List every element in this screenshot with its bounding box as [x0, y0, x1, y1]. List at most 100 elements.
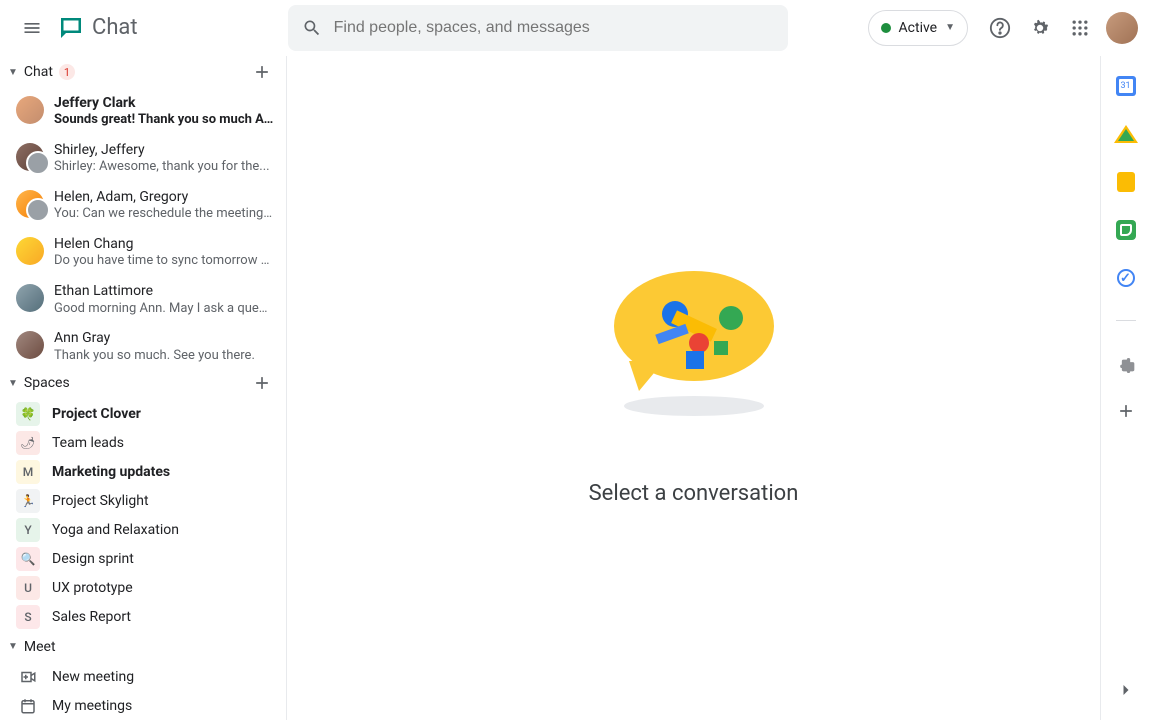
- space-item[interactable]: M Marketing updates: [0, 457, 286, 486]
- space-icon: Y: [16, 518, 40, 542]
- avatar-icon: [16, 237, 44, 265]
- tasks-icon: [1117, 269, 1135, 287]
- keep-app-button[interactable]: [1114, 170, 1138, 194]
- plus-icon: [252, 373, 272, 393]
- apps-grid-icon: [1070, 18, 1090, 38]
- meet-section-header[interactable]: ▼ Meet: [0, 631, 286, 662]
- space-icon: 🍀: [16, 402, 40, 426]
- meet-item[interactable]: My meetings: [0, 691, 286, 720]
- spaces-section-label: Spaces: [24, 375, 70, 391]
- phone-icon: [1116, 220, 1136, 240]
- sidebar: ▼ Chat 1 Jeffery Clark Sounds great! Tha…: [0, 56, 287, 720]
- space-item[interactable]: 🏃 Project Skylight: [0, 486, 286, 515]
- spaces-section-header[interactable]: ▼ Spaces: [0, 367, 286, 399]
- chat-logo-icon: [56, 13, 86, 43]
- space-item[interactable]: S Sales Report: [0, 602, 286, 631]
- chat-name: Jeffery Clark: [54, 94, 274, 112]
- status-toggle[interactable]: Active ▼: [868, 10, 968, 46]
- chevron-down-icon: ▼: [945, 22, 955, 33]
- chevron-right-icon: [1116, 680, 1136, 700]
- space-item[interactable]: Y Yoga and Relaxation: [0, 515, 286, 544]
- chat-preview: You: Can we reschedule the meeting for..…: [54, 206, 274, 223]
- chat-name: Shirley, Jeffery: [54, 141, 274, 159]
- calendar-icon: [16, 697, 40, 715]
- keep-icon: [1117, 172, 1135, 192]
- tasks-app-button[interactable]: [1114, 266, 1138, 290]
- chat-name: Helen Chang: [54, 235, 274, 253]
- calendar-icon: [1116, 76, 1136, 96]
- apps-button[interactable]: [1060, 8, 1100, 48]
- drive-app-button[interactable]: [1114, 122, 1138, 146]
- chat-item[interactable]: Helen, Adam, Gregory You: Can we resched…: [0, 182, 286, 229]
- chat-text: Helen Chang Do you have time to sync tom…: [54, 235, 274, 270]
- expand-panel-button[interactable]: [1114, 678, 1138, 702]
- space-name: Project Skylight: [52, 493, 149, 509]
- search-input[interactable]: [334, 19, 774, 37]
- meet-section-label: Meet: [24, 639, 56, 655]
- space-name: Marketing updates: [52, 464, 170, 480]
- video-icon: [16, 668, 40, 686]
- new-space-button[interactable]: [246, 367, 278, 399]
- search-icon: [302, 18, 322, 38]
- space-name: Design sprint: [52, 551, 134, 567]
- app-logo[interactable]: Chat: [56, 13, 138, 43]
- gear-icon: [1029, 17, 1051, 39]
- chat-item[interactable]: Jeffery Clark Sounds great! Thank you so…: [0, 88, 286, 135]
- chat-name: Helen, Adam, Gregory: [54, 188, 274, 206]
- avatar-icon: [16, 331, 44, 359]
- calendar-app-button[interactable]: [1114, 74, 1138, 98]
- chat-text: Helen, Adam, Gregory You: Can we resched…: [54, 188, 274, 223]
- space-icon: 🌶: [16, 431, 40, 455]
- avatar-icon: [16, 284, 44, 312]
- plus-icon: [1116, 401, 1136, 421]
- contacts-app-button[interactable]: [1114, 218, 1138, 242]
- space-icon: U: [16, 576, 40, 600]
- space-icon: 🏃: [16, 489, 40, 513]
- chat-preview: Do you have time to sync tomorrow mori..…: [54, 253, 274, 270]
- space-item[interactable]: 🔍 Design sprint: [0, 544, 286, 573]
- space-item[interactable]: 🌶 Team leads: [0, 428, 286, 457]
- search-box[interactable]: [288, 5, 788, 51]
- chat-item[interactable]: Ann Gray Thank you so much. See you ther…: [0, 323, 286, 367]
- space-name: Project Clover: [52, 406, 141, 422]
- avatar-icon: [16, 190, 44, 218]
- chat-list: Jeffery Clark Sounds great! Thank you so…: [0, 88, 286, 367]
- account-avatar[interactable]: [1106, 12, 1138, 44]
- plus-icon: [252, 62, 272, 82]
- meet-item[interactable]: New meeting: [0, 662, 286, 691]
- chat-text: Jeffery Clark Sounds great! Thank you so…: [54, 94, 274, 129]
- new-chat-button[interactable]: [246, 56, 278, 88]
- collapse-caret-icon: ▼: [8, 641, 18, 652]
- chat-unread-badge: 1: [59, 64, 75, 80]
- header: Chat Active ▼: [0, 0, 1150, 56]
- chat-item[interactable]: Shirley, Jeffery Shirley: Awesome, thank…: [0, 135, 286, 182]
- settings-button[interactable]: [1020, 8, 1060, 48]
- main-area: Select a conversation: [287, 56, 1100, 720]
- addon-icon: [1116, 353, 1136, 373]
- chat-text: Ann Gray Thank you so much. See you ther…: [54, 329, 274, 364]
- empty-state-prompt: Select a conversation: [589, 481, 799, 506]
- collapse-caret-icon: ▼: [8, 67, 18, 78]
- chat-section-label: Chat: [24, 64, 53, 80]
- chat-preview: Good morning Ann. May I ask a question?: [54, 301, 274, 318]
- add-app-button[interactable]: [1114, 399, 1138, 423]
- chat-name: Ann Gray: [54, 329, 274, 347]
- space-name: Yoga and Relaxation: [52, 522, 179, 538]
- chat-preview: Shirley: Awesome, thank you for the...: [54, 159, 274, 176]
- avatar-icon: [16, 96, 44, 124]
- space-item[interactable]: 🍀 Project Clover: [0, 399, 286, 428]
- meet-list: New meeting My meetings: [0, 662, 286, 720]
- chat-preview: Thank you so much. See you there.: [54, 348, 274, 365]
- chat-item[interactable]: Helen Chang Do you have time to sync tom…: [0, 229, 286, 276]
- space-item[interactable]: U UX prototype: [0, 573, 286, 602]
- chat-item[interactable]: Ethan Lattimore Good morning Ann. May I …: [0, 276, 286, 323]
- chat-section-header[interactable]: ▼ Chat 1: [0, 56, 286, 88]
- chat-text: Shirley, Jeffery Shirley: Awesome, thank…: [54, 141, 274, 176]
- avatar-icon: [16, 143, 44, 171]
- app-name: Chat: [92, 15, 138, 40]
- help-button[interactable]: [980, 8, 1020, 48]
- main-menu-button[interactable]: [12, 8, 52, 48]
- addons-button[interactable]: [1114, 351, 1138, 375]
- status-dot-icon: [881, 23, 891, 33]
- help-icon: [989, 17, 1011, 39]
